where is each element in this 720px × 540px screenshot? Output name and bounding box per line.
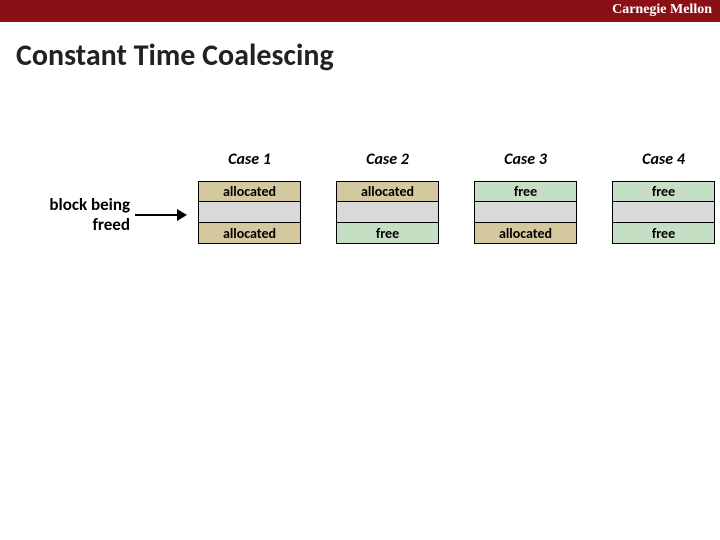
- cases-row: Case 1allocatedallocatedCase 2allocatedf…: [198, 150, 715, 244]
- case-column-4: Case 4 free free: [612, 150, 715, 244]
- next-block-cell: allocated: [474, 223, 577, 244]
- case-title: Case 4: [642, 150, 685, 169]
- slide: Carnegie Mellon Constant Time Coalescing…: [0, 0, 720, 540]
- prev-block-cell: free: [474, 181, 577, 202]
- target-block-cell: [612, 202, 715, 223]
- case-title: Case 1: [228, 150, 271, 169]
- prev-block-cell: allocated: [336, 181, 439, 202]
- arrow-icon: [135, 208, 187, 222]
- target-block-cell: [198, 202, 301, 223]
- next-block-cell: free: [336, 223, 439, 244]
- next-block-cell: free: [612, 223, 715, 244]
- case-title: Case 3: [504, 150, 547, 169]
- case-column-1: Case 1 allocated allocated: [198, 150, 301, 244]
- target-block-cell: [336, 202, 439, 223]
- page-title: Constant Time Coalescing: [16, 37, 720, 74]
- block-stack: allocated allocated: [198, 181, 301, 244]
- target-block-cell: [474, 202, 577, 223]
- next-block-cell: allocated: [198, 223, 301, 244]
- prev-block-cell: allocated: [198, 181, 301, 202]
- side-label: block being freed: [10, 195, 130, 234]
- block-stack: free allocated: [474, 181, 577, 244]
- prev-block-cell: free: [612, 181, 715, 202]
- case-column-2: Case 2 allocated free: [336, 150, 439, 244]
- top-bar: Carnegie Mellon: [0, 0, 720, 22]
- side-label-line2: freed: [93, 214, 130, 235]
- side-label-line1: block being: [49, 194, 130, 215]
- case-column-3: Case 3 free allocated: [474, 150, 577, 244]
- brand-label: Carnegie Mellon: [612, 2, 712, 18]
- block-stack: allocated free: [336, 181, 439, 244]
- case-title: Case 2: [366, 150, 409, 169]
- block-stack: free free: [612, 181, 715, 244]
